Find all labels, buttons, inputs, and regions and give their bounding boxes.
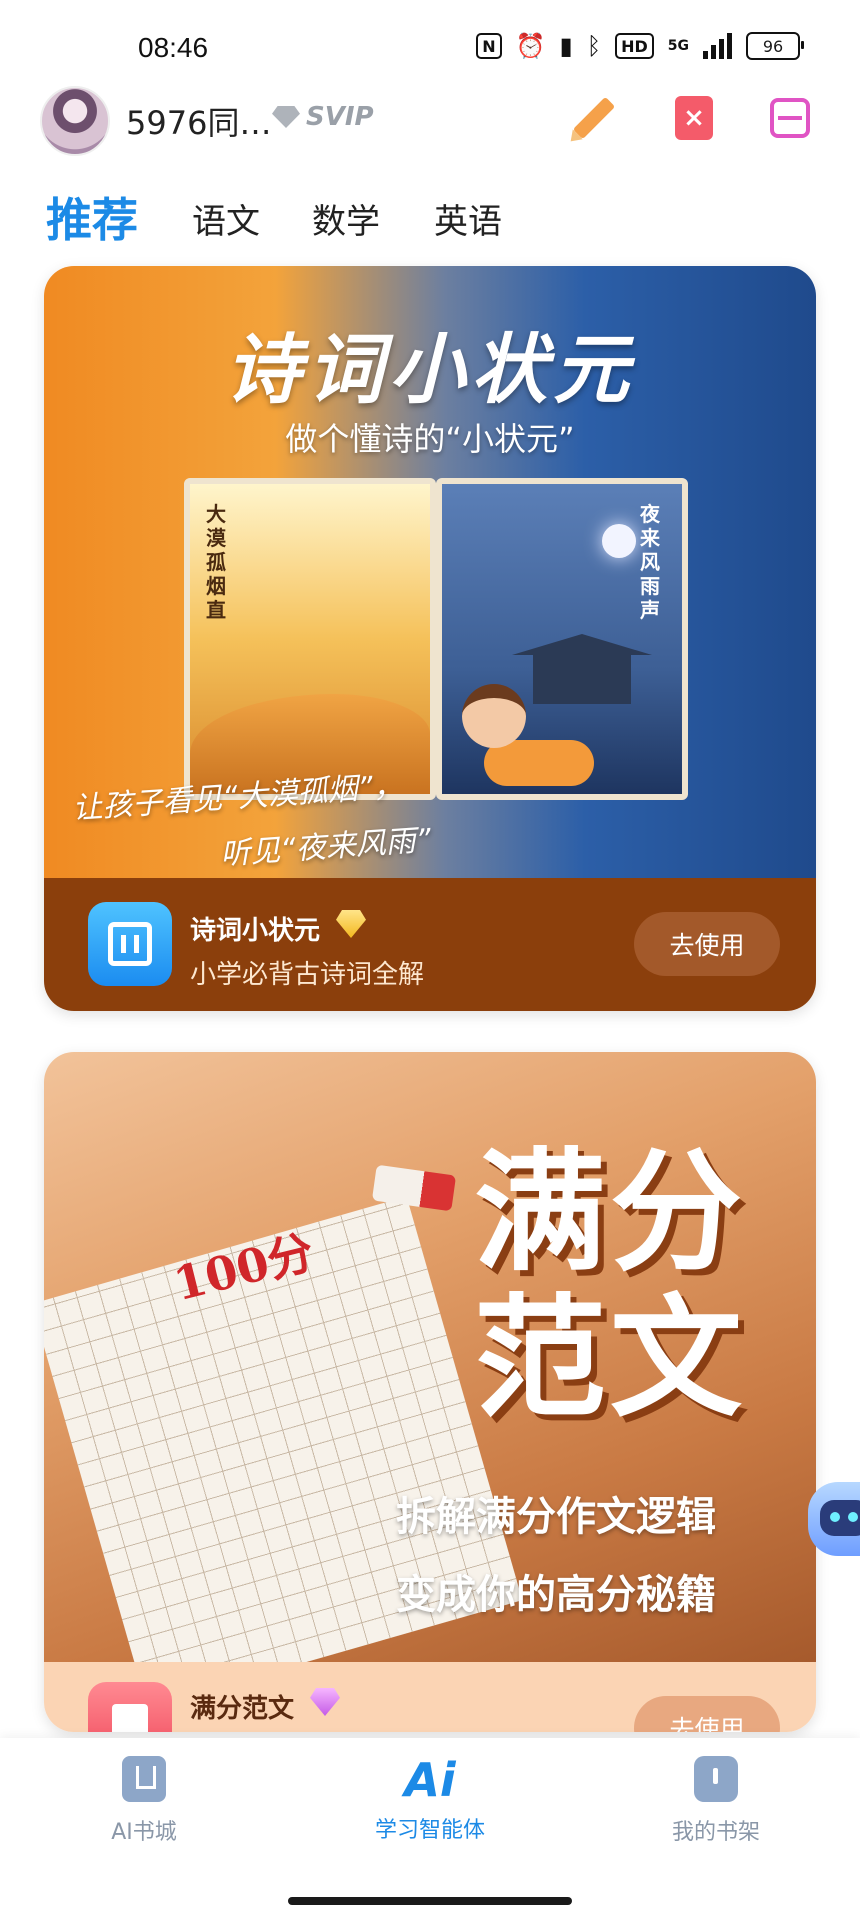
tab-english[interactable]: 英语 <box>434 194 502 243</box>
tab-math[interactable]: 数学 <box>312 194 380 243</box>
nav-my-bookshelf[interactable]: 我的书架 <box>616 1756 816 1846</box>
banner-caption-2: 听见“夜来风雨” <box>219 822 433 873</box>
status-time: 08:46 <box>138 32 209 63</box>
signal-icon <box>703 33 732 59</box>
nav-label: 我的书架 <box>671 1820 760 1845</box>
scan-icon <box>770 98 810 138</box>
status-icons: N ⏰ ▮ ᛒ HD 5G 96 <box>476 30 804 62</box>
status-bar: 08:46 N ⏰ ▮ ᛒ HD 5G 96 <box>0 0 860 80</box>
book-left-poem: 大漠孤烟直 <box>206 502 226 622</box>
avatar[interactable] <box>40 86 110 156</box>
app-description: 小学必背古诗词全解 <box>190 960 425 990</box>
essay-app-icon <box>88 1682 172 1732</box>
tab-recommended[interactable]: 推荐 <box>46 184 138 250</box>
nav-ai-bookstore[interactable]: AI书城 <box>44 1756 244 1846</box>
delete-document-button[interactable]: × <box>666 90 722 146</box>
app-name: 诗词小状元 <box>190 916 321 946</box>
pencil-icon <box>572 96 616 140</box>
hd-icon: HD <box>615 33 654 59</box>
nav-label: 学习智能体 <box>374 1818 485 1843</box>
tab-chinese[interactable]: 语文 <box>192 194 260 243</box>
book-left-page: 大漠孤烟直 <box>184 478 436 800</box>
ai-assistant-robot-icon[interactable] <box>808 1482 860 1556</box>
banner-tagline-2: 变成你的高分秘籍 <box>396 1572 716 1618</box>
username[interactable]: 5976同… <box>126 98 271 144</box>
bottom-navigation: AI书城 Ai 学习智能体 我的书架 <box>0 1738 860 1920</box>
card-footer: 诗词小状元 小学必背古诗词全解 去使用 <box>44 878 816 1011</box>
network-5g-label: 5G <box>667 38 689 54</box>
battery-icon: 96 <box>746 32 804 60</box>
delete-doc-icon: × <box>675 96 713 140</box>
svip-badge[interactable]: SVIP <box>272 102 374 132</box>
app-card-poetry[interactable]: 诗词小状元 做个懂诗的“小状元” 大漠孤烟直 夜来风雨声 让孩子看见“大漠孤烟”… <box>44 266 816 1011</box>
bluetooth-icon: ᛒ <box>586 32 602 60</box>
nav-study-agent[interactable]: Ai 学习智能体 <box>330 1756 530 1844</box>
scan-button[interactable] <box>762 90 818 146</box>
poetry-banner[interactable]: 诗词小状元 做个懂诗的“小状元” 大漠孤烟直 夜来风雨声 让孩子看见“大漠孤烟”… <box>44 266 816 878</box>
nfc-icon: N <box>476 33 502 59</box>
essay-banner[interactable]: 100分 满分 范文 拆解满分作文逻辑 变成你的高分秘籍 <box>44 1052 816 1708</box>
use-button[interactable]: 去使用 <box>634 1696 780 1732</box>
banner-title-line-2: 范文 <box>474 1282 746 1436</box>
diamond-icon <box>272 106 300 128</box>
gold-diamond-icon <box>336 910 366 938</box>
banner-subtitle: 做个懂诗的“小状元” <box>285 420 575 458</box>
bookshelf-icon <box>694 1756 738 1802</box>
edit-button[interactable] <box>566 90 622 146</box>
book-icon <box>122 1756 166 1802</box>
banner-tagline-1: 拆解满分作文逻辑 <box>396 1494 716 1540</box>
vibrate-icon: ▮ <box>559 32 573 60</box>
svip-label: SVIP <box>306 102 374 132</box>
header: 5976同… SVIP × <box>0 82 860 156</box>
app-name: 满分范文 <box>190 1694 295 1724</box>
banner-title: 诗词小状元 <box>225 325 635 414</box>
category-tabs: 推荐 语文 数学 英语 <box>0 180 860 250</box>
home-indicator[interactable] <box>288 1897 572 1905</box>
alarm-icon: ⏰ <box>515 32 546 60</box>
nav-label: AI书城 <box>111 1820 177 1845</box>
use-button[interactable]: 去使用 <box>634 912 780 976</box>
pink-diamond-icon <box>310 1688 340 1716</box>
moon-illustration <box>602 524 636 558</box>
card-footer: 满分范文 去使用 <box>44 1662 816 1732</box>
book-right-poem: 夜来风雨声 <box>640 502 660 622</box>
ai-icon: Ai <box>404 1753 456 1807</box>
poetry-app-icon <box>88 902 172 986</box>
child-illustration <box>444 684 594 804</box>
app-card-essay[interactable]: 100分 满分 范文 拆解满分作文逻辑 变成你的高分秘籍 满分范文 去使用 <box>44 1052 816 1732</box>
